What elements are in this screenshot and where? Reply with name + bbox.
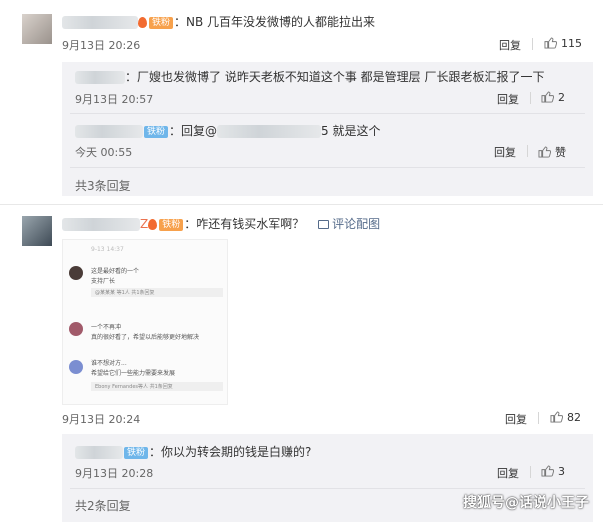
more-replies-link[interactable]: 共2条回复	[75, 497, 131, 514]
reply-text: 铁粉 ：回复@ 5 就是这个	[75, 122, 380, 139]
fan-badge: 铁粉	[124, 446, 149, 459]
image-avatar	[69, 322, 83, 336]
reply-button[interactable]: 回复	[497, 465, 519, 481]
divider	[70, 167, 585, 168]
image-bar: @某某某 等1人 共1条回复	[91, 288, 223, 297]
fan-badge: 铁粉	[144, 125, 169, 138]
reply-text: ：厂嫂也发微博了 说昨天老板不知道这个事 都是管理层 厂长跟老板汇报了一下	[75, 68, 544, 85]
fire-icon	[148, 219, 158, 230]
image-text: 9-13 14:37	[91, 246, 124, 253]
fire-icon	[138, 17, 147, 28]
thumbs-up-icon	[541, 91, 554, 103]
image-text: 一个不再冲	[91, 324, 122, 331]
thumbs-up-icon	[550, 411, 563, 423]
image-text: 支持厂长	[91, 278, 116, 285]
reply-button[interactable]: 回复	[494, 144, 516, 160]
like-count: 3	[558, 465, 565, 478]
reply-button[interactable]: 回复	[499, 37, 521, 53]
like-count: 2	[558, 91, 565, 104]
image-avatar	[69, 266, 83, 280]
image-icon	[318, 220, 330, 229]
comment-text: Z 铁粉 ：咋还有钱买水军啊？ 评论配图	[62, 215, 380, 232]
divider	[0, 204, 603, 205]
like-label: 赞	[555, 146, 566, 159]
like-count: 115	[561, 37, 582, 50]
comment-image[interactable]: 9-13 14:37 这是最好看的一个 支持厂长 @某某某 等1人 共1条回复 …	[62, 239, 228, 405]
divider	[530, 92, 531, 104]
thumbs-up-icon	[541, 465, 554, 477]
reply-time: 9月13日 20:57	[75, 93, 154, 106]
comment-time: 9月13日 20:24	[62, 413, 141, 426]
divider	[527, 145, 528, 157]
like-button[interactable]: 3	[541, 465, 565, 478]
comment-text: 铁粉 ：NB 几百年没发微博的人都能拉出来	[62, 13, 375, 30]
watermark: 搜狐号@话说小王子	[463, 495, 589, 511]
image-bar: Ebony Fernandes等人 共1条回复	[91, 382, 223, 391]
divider	[530, 466, 531, 478]
like-button[interactable]: 2	[541, 91, 565, 104]
username-blurred[interactable]	[75, 446, 123, 459]
username-blurred[interactable]	[62, 218, 140, 231]
like-button[interactable]: 赞	[538, 144, 566, 160]
fan-badge: 铁粉	[159, 218, 184, 231]
like-button[interactable]: 115	[544, 37, 582, 50]
thumbs-up-icon	[538, 146, 551, 158]
mention-blurred[interactable]	[217, 125, 322, 138]
image-text: 这是最好看的一个	[91, 268, 140, 275]
username-blurred[interactable]	[75, 71, 125, 84]
avatar[interactable]	[22, 14, 52, 44]
divider	[70, 488, 585, 489]
comment-time: 9月13日 20:26	[62, 39, 141, 52]
image-avatar	[69, 360, 83, 374]
divider	[532, 38, 533, 50]
image-text: 谁不想对方...	[91, 360, 127, 367]
reply-button[interactable]: 回复	[505, 411, 527, 427]
divider	[538, 412, 539, 424]
like-button[interactable]: 82	[550, 411, 581, 424]
reply-text: 铁粉 ：你以为转会期的钱是白赚的?	[75, 443, 311, 460]
more-replies-link[interactable]: 共3条回复	[75, 177, 131, 194]
image-text: 真的很好看了，希望以后能够更好地解决	[91, 334, 200, 341]
image-text: 希望给它们一些能力需要来发展	[91, 370, 176, 377]
fan-badge: 铁粉	[149, 16, 174, 29]
thumbs-up-icon	[544, 37, 557, 49]
divider	[70, 113, 585, 114]
username-blurred[interactable]	[75, 125, 143, 138]
reply-button[interactable]: 回复	[497, 91, 519, 107]
avatar[interactable]	[22, 216, 52, 246]
username-blurred[interactable]	[62, 16, 138, 29]
like-count: 82	[567, 411, 581, 424]
username-tail[interactable]: Z	[140, 217, 148, 231]
reply-time: 今天 00:55	[75, 146, 133, 159]
comment-image-link[interactable]: 评论配图	[332, 217, 380, 231]
reply-time: 9月13日 20:28	[75, 467, 154, 480]
